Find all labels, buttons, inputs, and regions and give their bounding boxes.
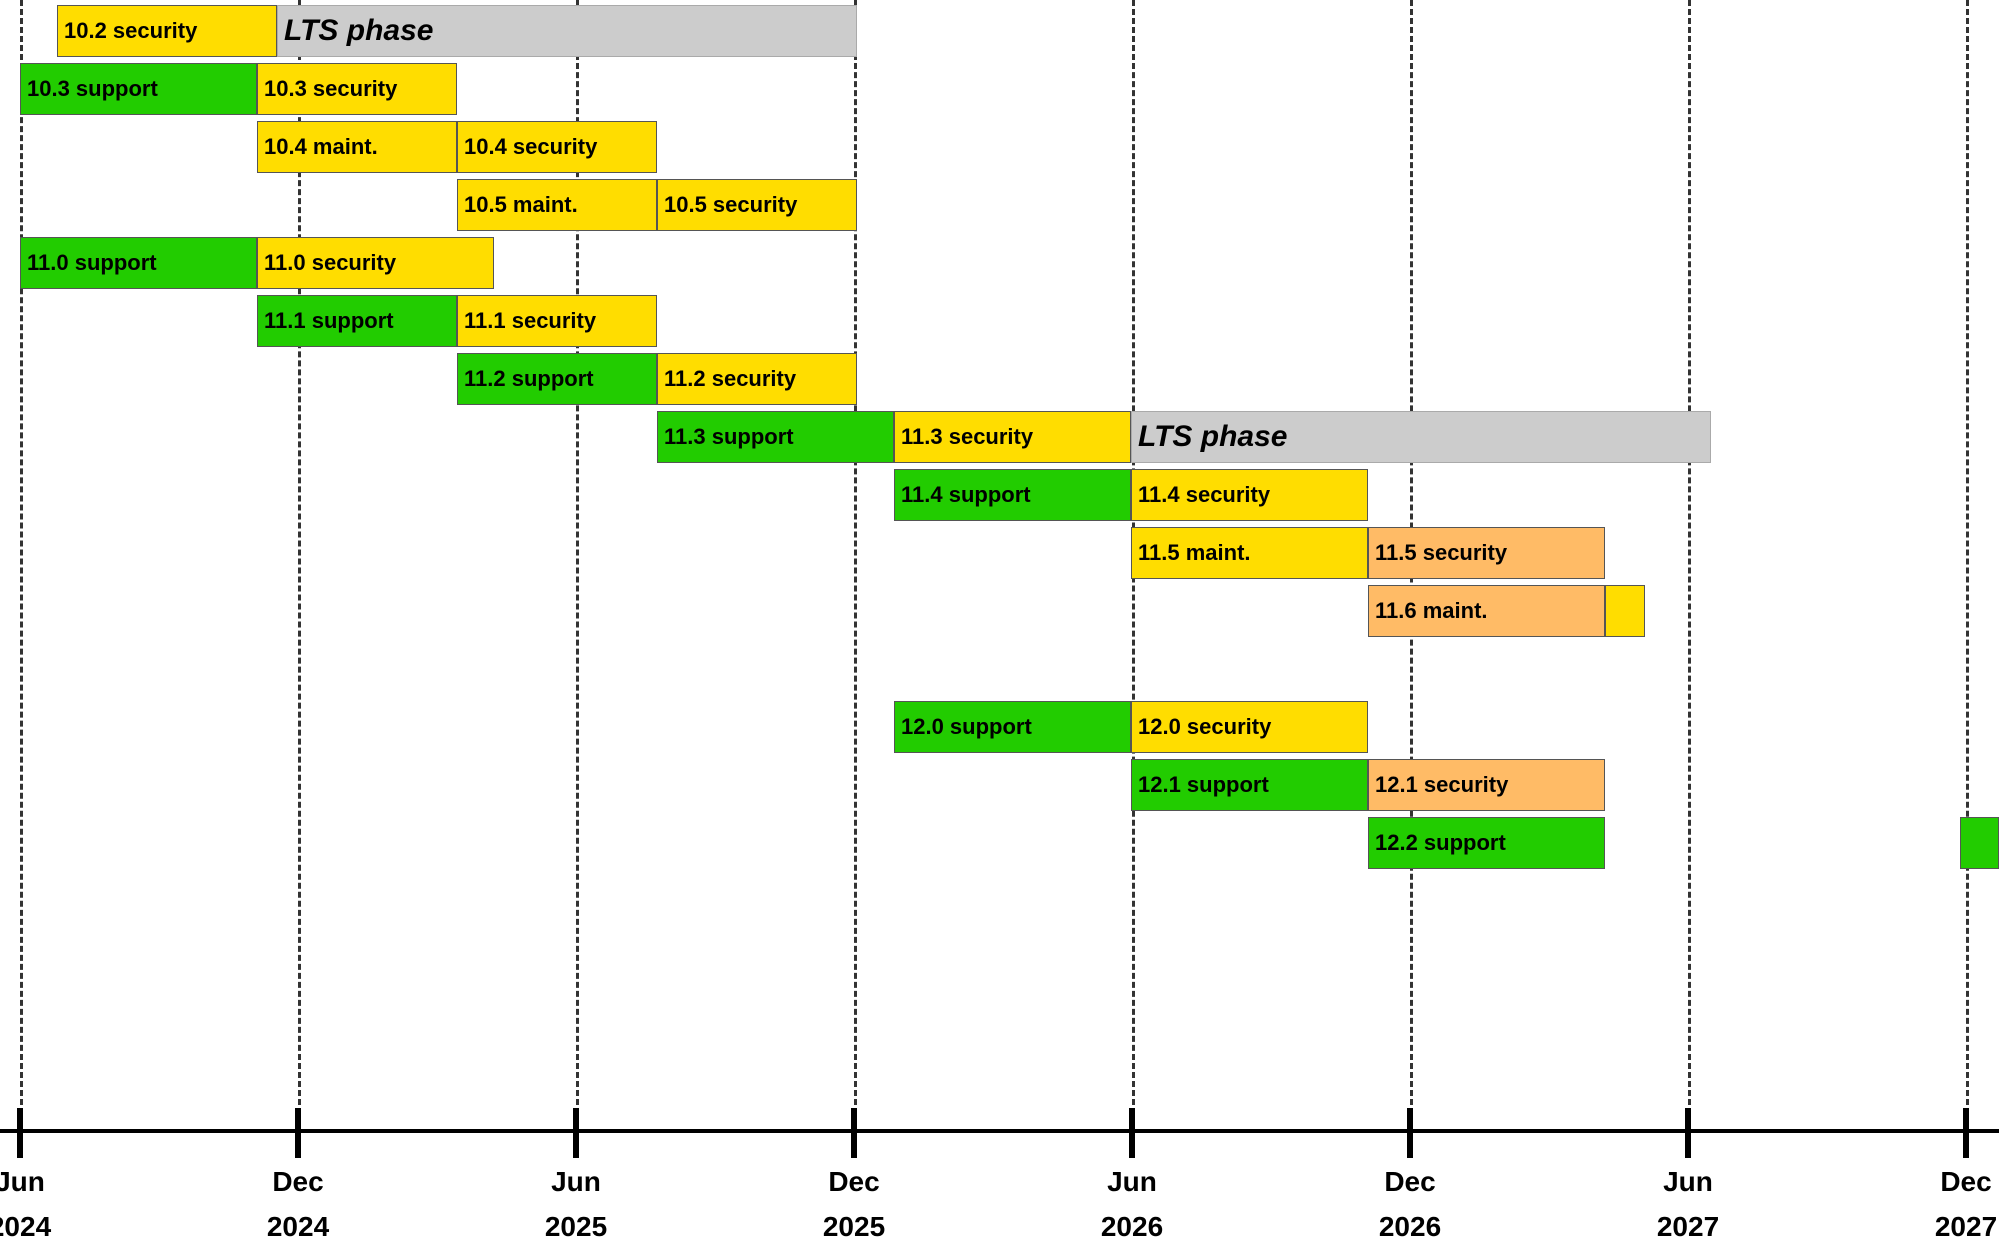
chart-container: 10.2 securityLTS phase10.3 support10.3 s… (0, 0, 1999, 1253)
axis-label-0: Jun (0, 1166, 45, 1198)
bar-10: 11.1 support (257, 295, 457, 347)
tick-3 (851, 1108, 857, 1158)
tick-1 (295, 1108, 301, 1158)
bar-2: 10.3 support (20, 63, 257, 115)
axis-label-5: Dec (1384, 1166, 1435, 1198)
bar-21: 11.6 maint. (1368, 585, 1605, 637)
bar-14: 11.3 support (657, 411, 894, 463)
bar-9: 11.0 security (257, 237, 494, 289)
dashed-line-7 (1966, 0, 1969, 1123)
bar-20: 11.5 security (1368, 527, 1605, 579)
tick-4 (1129, 1108, 1135, 1158)
axis-sublabel-7: 2027 (1935, 1211, 1997, 1243)
tick-0 (17, 1108, 23, 1158)
axis-sublabel-1: 2024 (267, 1211, 329, 1243)
axis-label-7: Dec (1940, 1166, 1991, 1198)
axis-sublabel-3: 2025 (823, 1211, 885, 1243)
bar-3: 10.3 security (257, 63, 457, 115)
bar-15: 11.3 security (894, 411, 1131, 463)
axis-sublabel-6: 2027 (1657, 1211, 1719, 1243)
bar-22: 12.0 support (894, 701, 1131, 753)
axis-label-2: Jun (551, 1166, 601, 1198)
tick-6 (1685, 1108, 1691, 1158)
bar-4: 10.4 maint. (257, 121, 457, 173)
dashed-line-3 (854, 0, 857, 1123)
bar-16: LTS phase (1131, 411, 1711, 463)
bar-8: 11.0 support (20, 237, 257, 289)
axis-sublabel-0: 2024 (0, 1211, 51, 1243)
axis-label-1: Dec (272, 1166, 323, 1198)
bar-12: 11.2 support (457, 353, 657, 405)
bar-24: 12.1 support (1131, 759, 1368, 811)
bar-7: 10.5 security (657, 179, 857, 231)
bar-1: LTS phase (277, 5, 857, 57)
bar-25: 12.1 security (1368, 759, 1605, 811)
bar-0: 10.2 security (57, 5, 277, 57)
tick-2 (573, 1108, 579, 1158)
bar-6: 10.5 maint. (457, 179, 657, 231)
tick-5 (1407, 1108, 1413, 1158)
bar-23: 12.0 security (1131, 701, 1368, 753)
axis-label-3: Dec (828, 1166, 879, 1198)
axis-label-6: Jun (1663, 1166, 1713, 1198)
bar-26: 12.2 support (1368, 817, 1605, 869)
axis-sublabel-4: 2026 (1101, 1211, 1163, 1243)
axis-sublabel-2: 2025 (545, 1211, 607, 1243)
bar-5: 10.4 security (457, 121, 657, 173)
strip-11-6-security (1605, 585, 1645, 637)
bar-19: 11.5 maint. (1131, 527, 1368, 579)
bar-13: 11.2 security (657, 353, 857, 405)
tick-7 (1963, 1108, 1969, 1158)
bar-17: 11.4 support (894, 469, 1131, 521)
strip-12-2-extra (1960, 817, 1999, 869)
axis-sublabel-5: 2026 (1379, 1211, 1441, 1243)
bar-18: 11.4 security (1131, 469, 1368, 521)
axis-label-4: Jun (1107, 1166, 1157, 1198)
dashed-line-6 (1688, 0, 1691, 1123)
bar-11: 11.1 security (457, 295, 657, 347)
dashed-line-0 (20, 0, 23, 1123)
